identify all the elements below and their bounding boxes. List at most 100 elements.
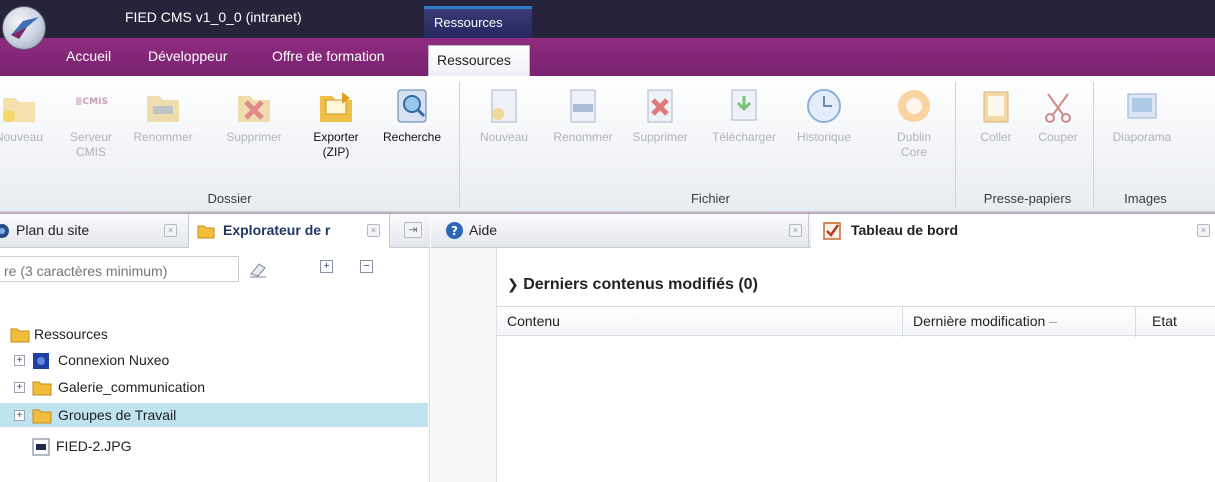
tab-label: Aide [469,222,498,238]
tree-item-label: Ressources [34,326,108,342]
tab-ressources[interactable]: Ressources [428,45,530,76]
group-label-dossier: Dossier [207,191,252,206]
app-logo-icon[interactable] [2,6,46,50]
cmis-server-button[interactable]: ≣CMIS Serveur CMIS [66,86,116,160]
close-icon[interactable]: × [1197,224,1210,237]
nuxeo-icon [33,353,49,369]
help-icon: ? [446,222,463,239]
ribbon-group-dossier: Nouveau ≣CMIS Serveur CMIS Renommer Supp… [0,82,460,208]
column-header-label: Dernière modification [913,313,1046,329]
file-delete-label: Supprimer [632,130,688,144]
right-panel-header: ? Aide × Tableau de bord × [431,214,1215,248]
cut-icon [1045,93,1071,123]
tab-offre-de-formation[interactable]: Offre de formation [272,48,385,64]
collapse-all-icon[interactable]: − [360,260,373,273]
slideshow-button[interactable]: Diaporama [1100,86,1184,145]
sitemap-icon [0,224,9,238]
expand-icon[interactable]: + [14,382,25,393]
tree-item-label: Connexion Nuxeo [58,352,170,368]
search-label: Recherche [382,130,442,144]
history-label: Historique [796,130,852,144]
ribbon-group-images: Diaporama Images [1100,82,1215,208]
folder-icon [10,328,30,343]
cmis-server-icon: ≣CMIS [75,97,108,107]
tree-item-ressources[interactable]: Ressources [0,322,428,346]
paste-icon [983,91,1009,123]
slideshow-icon [1127,93,1157,119]
close-icon[interactable]: × [164,224,177,237]
dublin-core-label: Dublin Core [896,130,932,159]
paste-label: Coller [980,130,1012,144]
new-folder-icon [3,98,35,122]
svg-text:?: ? [451,224,458,238]
download-icon [731,89,757,121]
export-zip-label: Exporter (ZIP) [313,130,359,159]
tab-label: Plan du site [16,222,90,238]
dossier-delete-button[interactable]: Supprimer [218,86,290,145]
tree-item-galerie-communication[interactable]: + Galerie_communication [0,375,428,399]
column-header-etat[interactable]: Etat [1135,307,1215,337]
eraser-icon[interactable] [248,260,268,278]
section-title-text: Derniers contenus modifiés (0) [523,276,758,293]
tree-item-connexion-nuxeo[interactable]: + Connexion Nuxeo [0,348,428,372]
expand-all-icon[interactable]: + [320,260,333,273]
tab-tableau-de-bord[interactable]: Tableau de bord × [811,214,1215,248]
contextual-tab-label: Ressources [424,6,532,38]
file-rename-button[interactable]: Renommer [552,86,614,145]
paste-button[interactable]: Coller [968,86,1024,145]
svg-text:≣CMIS: ≣CMIS [75,97,108,107]
image-file-icon [32,438,50,456]
dossier-rename-label: Renommer [133,130,193,144]
file-delete-button[interactable]: Supprimer [624,86,696,145]
download-label: Télécharger [711,130,777,144]
rename-icon [570,89,596,123]
close-icon[interactable]: × [367,224,380,237]
tab-plan-du-site[interactable]: Plan du site × [0,214,186,248]
tree-item-label: Galerie_communication [58,379,206,395]
dossier-rename-button[interactable]: Renommer [132,86,194,145]
search-input[interactable] [0,256,239,282]
delete-icon [238,96,270,122]
tab-developpeur[interactable]: Développeur [148,48,227,64]
file-new-label: Nouveau [479,130,529,144]
delete-icon [647,89,673,123]
cut-button[interactable]: Couper [1030,86,1086,145]
expand-icon[interactable]: + [14,355,25,366]
close-icon[interactable]: × [789,224,802,237]
expand-icon[interactable]: + [14,410,25,421]
title-bar: FIED CMS v1_0_0 (intranet) Ressources [0,0,1215,38]
tab-accueil[interactable]: Accueil [66,48,111,64]
search-icon [397,89,427,123]
chevron-right-icon: ❯ [507,276,519,292]
tab-explorateur[interactable]: Explorateur de r × [188,214,390,248]
tree-item-fied-2-jpg[interactable]: FIED-2.JPG [0,434,428,458]
file-new-button[interactable]: Nouveau [472,86,536,145]
tab-aide[interactable]: ? Aide × [431,214,809,248]
tree-item-label: FIED-2.JPG [56,438,132,454]
tree-item-label: Groupes de Travail [58,407,177,423]
column-header-derniere-modification[interactable]: Dernière modification – [902,307,1135,337]
dossier-new-button[interactable]: Nouveau [0,86,52,145]
cmis-server-label: Serveur CMIS [69,130,113,159]
group-label-fichier: Fichier [690,191,730,206]
search-button[interactable]: Recherche [372,86,452,145]
history-button[interactable]: Historique [788,86,860,145]
collapse-panel-icon[interactable]: ⇥ [404,222,422,238]
column-header-contenu[interactable]: Contenu [497,307,902,337]
dublin-core-button[interactable]: Dublin Core [886,86,942,160]
ribbon-group-presse-papiers: Coller Couper Presse-papiers [962,82,1094,208]
slideshow-label: Diaporama [1112,130,1172,144]
tree-item-groupes-de-travail[interactable]: + Groupes de Travail [0,403,428,427]
rename-icon [147,96,179,122]
section-title[interactable]: ❯ Derniers contenus modifiés (0) [507,276,758,294]
export-zip-button[interactable]: Exporter (ZIP) [300,86,372,160]
window-title: FIED CMS v1_0_0 (intranet) [125,9,302,25]
dossier-delete-label: Supprimer [226,130,282,144]
file-rename-label: Renommer [553,130,613,144]
new-file-icon [491,89,517,123]
dossier-new-label: Nouveau [0,130,44,144]
group-label-presse-papiers: Presse-papiers [983,191,1072,206]
download-button[interactable]: Télécharger [706,86,782,145]
ribbon: Nouveau ≣CMIS Serveur CMIS Renommer Supp… [0,76,1215,211]
tab-label: Tableau de bord [851,222,959,238]
